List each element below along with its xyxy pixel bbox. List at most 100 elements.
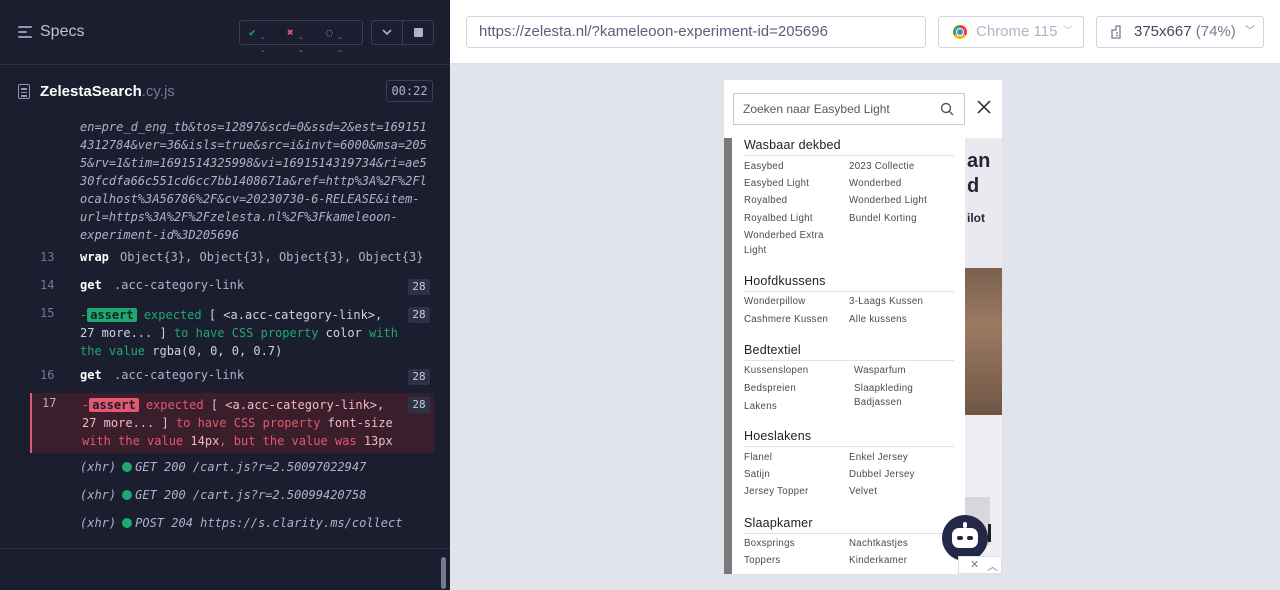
category-link[interactable]: Royalbed Light [744, 211, 813, 226]
chevron-down-icon [382, 29, 392, 36]
category-link[interactable]: Alle kussens [849, 312, 907, 327]
category-link[interactable]: Slaapkleding [854, 381, 913, 396]
aut-url-field[interactable]: https://zelesta.nl/?kameleoon-experiment… [466, 16, 926, 48]
failed-command-row[interactable]: 17 - assert expected [ <a.acc-category-li… [30, 393, 434, 453]
browser-selector[interactable]: Chrome 115 ﹀ [938, 16, 1084, 48]
category-link[interactable]: Velvet [849, 484, 877, 499]
category-link[interactable]: Bundel Korting [849, 211, 917, 226]
xhr-log-item[interactable]: (xhr) GET 200 /cart.js?r=2.50099420758 [80, 488, 366, 502]
aut-panel: https://zelesta.nl/?kameleoon-experiment… [450, 0, 1280, 590]
hero-image [965, 268, 1002, 415]
category-link[interactable]: Wasparfum [854, 363, 906, 378]
chevron-down-button[interactable] [371, 20, 403, 45]
divider [744, 155, 954, 156]
xhr-log-item[interactable]: (xhr) POST 204 https://s.clarity.ms/colle… [80, 516, 402, 530]
chat-bot-button[interactable] [942, 515, 988, 561]
reporter-panel: Specs ✔ -- ✖ -- ◌ -- ZelestaSearch.cy.js 00… [0, 0, 450, 590]
category-link[interactable]: 2023 Collectie [849, 159, 915, 174]
chrome-icon [953, 25, 967, 39]
category-link[interactable]: 3-Laags Kussen [849, 294, 923, 309]
category-link[interactable]: Boxsprings [744, 536, 795, 551]
category-link[interactable]: Wonderbed Extra [744, 228, 824, 243]
search-icon[interactable] [940, 102, 954, 116]
command-row[interactable]: 16 get .acc-category-link 28 [30, 368, 434, 390]
page-backdrop [724, 138, 732, 574]
site-search-bar [733, 93, 965, 125]
divider [744, 360, 954, 361]
chat-controls: ✕ ︿ [958, 556, 1002, 574]
command-number: 17 [42, 396, 57, 410]
browser-label: Chrome 115 [976, 23, 1058, 40]
command-row[interactable]: 15 - assert expected [ <a.acc-category-li… [30, 306, 434, 366]
element-count-badge: 28 [408, 397, 430, 413]
category-link[interactable]: Easybed Light [744, 176, 809, 191]
divider [744, 533, 954, 534]
stop-button[interactable] [402, 20, 434, 45]
chevron-down-icon: ﹀ [1245, 26, 1255, 37]
category-link[interactable]: Satijn [744, 467, 770, 482]
element-count-badge: 28 [408, 369, 430, 385]
status-dot-icon [122, 490, 133, 500]
pending-stat: ◌ -- [326, 26, 344, 57]
category-link[interactable]: Enkel Jersey [849, 450, 908, 465]
passed-stat: ✔ -- [249, 26, 267, 57]
command-message: .acc-category-link [114, 368, 245, 382]
category-link[interactable]: Wonderbed Light [849, 193, 927, 208]
banner-text: an [967, 150, 991, 172]
command-message: .acc-category-link [114, 278, 245, 292]
category-title: Wasbaar dekbed [744, 138, 841, 152]
banner-text: d [967, 175, 980, 197]
category-link[interactable]: Dubbel Jersey [849, 467, 915, 482]
category-link[interactable]: Cashmere Kussen [744, 312, 828, 327]
category-link[interactable]: Lakens [744, 399, 777, 414]
divider [0, 548, 450, 549]
category-menu: Wasbaar dekbed Easybed Easybed Light Roy… [732, 138, 965, 574]
site-viewport: an d ilot Wasbaar dekbed Easybed Easybed… [724, 80, 1002, 574]
scrollbar-thumb[interactable] [441, 557, 446, 589]
category-title: Bedtextiel [744, 343, 801, 357]
element-count-badge: 28 [408, 279, 430, 295]
robot-face [952, 528, 978, 548]
category-link[interactable]: Bedspreien [744, 381, 796, 396]
specs-title[interactable]: Specs [40, 23, 84, 41]
close-icon[interactable] [975, 98, 993, 116]
command-row[interactable]: 14 get .acc-category-link 28 [30, 278, 434, 300]
chevron-up-icon[interactable]: ︿ [987, 558, 998, 574]
category-link[interactable]: Nachtkastjes [849, 536, 908, 551]
command-number: 14 [40, 278, 55, 292]
category-title: Slaapkamer [744, 516, 813, 530]
aut-header: https://zelesta.nl/?kameleoon-experiment… [450, 0, 1280, 64]
command-row[interactable]: 13 wrap Object{3}, Object{3}, Object{3},… [30, 250, 434, 272]
assert-message: - assert expected [ <a.acc-category-link>… [82, 398, 393, 448]
document-icon [18, 84, 30, 99]
banner-text: ilot [967, 211, 985, 225]
category-link[interactable]: Royalbed [744, 193, 787, 208]
command-name: wrap [80, 250, 109, 264]
category-link[interactable]: Kussenslopen [744, 363, 808, 378]
category-link[interactable]: Toppers [744, 553, 781, 568]
category-link[interactable]: Wonderbed [849, 176, 902, 191]
command-name: get [80, 368, 102, 382]
spec-file-name: ZelestaSearch.cy.js [40, 83, 175, 100]
category-link[interactable]: Light [744, 243, 767, 258]
command-message: Object{3}, Object{3}, Object{3}, Object{… [120, 250, 424, 264]
search-input[interactable] [734, 94, 934, 124]
command-log: en=pre_d_eng_tb&tos=12897&scd=0&ssd=2&es… [30, 118, 434, 538]
category-link[interactable]: Flanel [744, 450, 772, 465]
close-icon[interactable]: ✕ [970, 558, 979, 571]
decorative-bar [988, 524, 991, 542]
viewport-selector[interactable]: 375x667 (74%) ﹀ [1096, 16, 1264, 48]
category-link[interactable]: Jersey Topper [744, 484, 809, 499]
category-link[interactable]: Badjassen [854, 395, 902, 410]
assert-tag: assert [87, 308, 137, 322]
command-number: 16 [40, 368, 55, 382]
failed-stat: ✖ -- [287, 26, 305, 57]
divider [744, 446, 954, 447]
xhr-log-item[interactable]: (xhr) GET 200 /cart.js?r=2.50097022947 [80, 460, 366, 474]
category-link[interactable]: Easybed [744, 159, 784, 174]
category-link[interactable]: Wonderpillow [744, 294, 806, 309]
test-stats: ✔ -- ✖ -- ◌ -- [239, 20, 363, 57]
menu-icon[interactable] [18, 26, 32, 38]
category-link[interactable]: Kinderkamer [849, 553, 907, 568]
status-dot-icon [122, 462, 133, 472]
